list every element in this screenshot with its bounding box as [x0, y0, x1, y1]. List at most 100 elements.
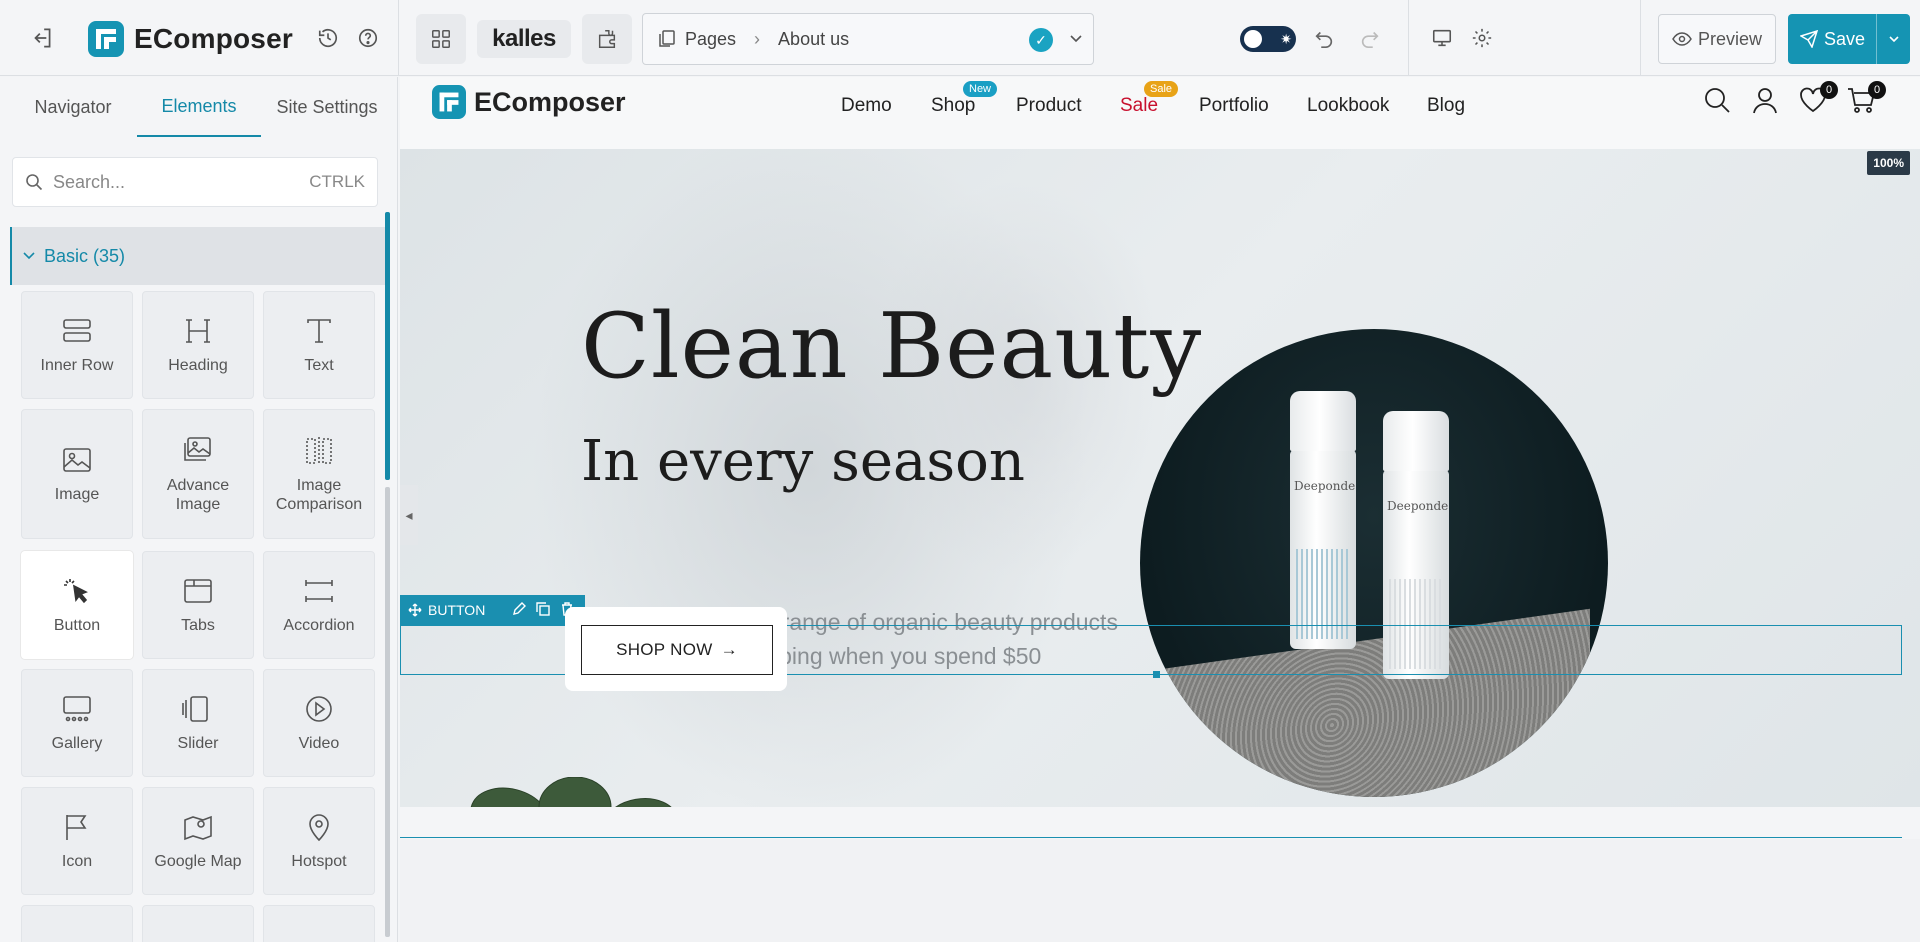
nav-shop[interactable]: Shop New [931, 81, 998, 117]
nav-product[interactable]: Product [1016, 95, 1081, 117]
element-tile-icon[interactable]: Icon [21, 787, 133, 895]
slider-icon [182, 696, 208, 723]
hero-title[interactable]: Clean Beauty [581, 294, 1202, 399]
theme-toggle[interactable]: ✷ [1240, 26, 1296, 52]
sidebar-scrollbar[interactable] [385, 212, 390, 480]
tab-elements[interactable]: Elements [137, 77, 261, 137]
extensions-icon[interactable] [582, 14, 632, 64]
element-tile-tabs[interactable]: Tabs [142, 551, 254, 659]
save-label: Save [1824, 28, 1866, 49]
theme-name[interactable]: kalles [477, 20, 571, 58]
next-section[interactable] [400, 839, 1920, 942]
tab-navigator[interactable]: Navigator [12, 77, 134, 137]
element-tile-heading[interactable]: Heading [142, 291, 254, 399]
exit-icon[interactable] [24, 20, 60, 56]
element-tile-partial[interactable] [263, 905, 375, 942]
history-icon[interactable] [310, 20, 346, 56]
element-label: Text [304, 357, 334, 375]
chevron-down-icon[interactable] [1069, 29, 1083, 50]
collapse-sidebar-icon[interactable]: ◂ [400, 485, 418, 545]
toggle-knob [1244, 30, 1262, 48]
element-tile-image[interactable]: Image [21, 409, 133, 539]
store-logo[interactable]: EComposer [432, 85, 626, 119]
app-brand: EComposer [88, 20, 293, 58]
new-badge: New [963, 81, 998, 97]
duplicate-icon[interactable] [536, 602, 550, 616]
help-icon[interactable] [350, 20, 386, 56]
element-tile-accordion[interactable]: Accordion [263, 551, 375, 659]
hero-subtitle[interactable]: In every season [581, 429, 1025, 494]
account-icon[interactable] [1750, 85, 1784, 119]
element-label: Accordion [283, 617, 355, 635]
element-search[interactable]: CTRLK [12, 157, 378, 207]
element-tile-advance-image[interactable]: Advance Image [142, 409, 254, 539]
shop-now-button[interactable]: SHOP NOW → [581, 625, 773, 675]
element-tile-inner-row[interactable]: Inner Row [21, 291, 133, 399]
element-tile-slider[interactable]: Slider [142, 669, 254, 777]
tabs-icon [184, 579, 212, 604]
nav-blog[interactable]: Blog [1427, 95, 1465, 117]
nav-lookbook[interactable]: Lookbook [1307, 95, 1389, 117]
desktop-view-icon[interactable] [1424, 20, 1460, 56]
search-icon[interactable] [1702, 85, 1736, 119]
published-check-icon: ✓ [1029, 28, 1053, 52]
tab-site-settings[interactable]: Site Settings [264, 77, 390, 137]
preview-label: Preview [1697, 28, 1763, 49]
ecomposer-logo-icon [88, 21, 124, 57]
element-tile-image-comparison[interactable]: Image Comparison [263, 409, 375, 539]
nav-sale[interactable]: Sale Sale [1120, 81, 1179, 117]
breadcrumb-page[interactable]: About us [778, 29, 849, 50]
video-icon [306, 696, 332, 723]
cart-icon[interactable]: 0 [1846, 81, 1886, 119]
apps-grid-icon[interactable] [416, 14, 466, 64]
hero-section[interactable]: Deeponde Deeponde Clean Beauty In every … [400, 149, 1920, 807]
breadcrumb-section[interactable]: Pages [685, 29, 736, 50]
button-cursor-icon [64, 579, 88, 604]
element-tile-partial[interactable] [142, 905, 254, 942]
undo-icon[interactable] [1306, 20, 1342, 56]
arrow-right-icon: → [720, 640, 738, 659]
element-tile-video[interactable]: Video [263, 669, 375, 777]
text-icon [307, 319, 331, 344]
zoom-level[interactable]: 100% [1867, 151, 1910, 175]
sidebar-tabs: Navigator Elements Site Settings [0, 77, 397, 137]
element-tile-hotspot[interactable]: Hotspot [263, 787, 375, 895]
save-button[interactable]: Save [1788, 14, 1910, 64]
sale-badge: Sale [1144, 81, 1179, 97]
chevron-down-icon [23, 252, 35, 260]
button-highlight: SHOP NOW → [565, 607, 787, 691]
divider [398, 0, 399, 76]
element-label: Advance Image [166, 476, 230, 513]
element-tile-partial[interactable] [21, 905, 133, 942]
divider [1408, 0, 1409, 76]
cart-count: 0 [1868, 81, 1886, 99]
element-label: Inner Row [40, 357, 114, 375]
move-icon[interactable] [408, 603, 422, 617]
page-selector[interactable]: Pages › About us ✓ [642, 13, 1094, 65]
wishlist-heart-icon[interactable]: 0 [1798, 81, 1838, 119]
element-toolbar[interactable]: BUTTON [400, 595, 585, 625]
nav-portfolio[interactable]: Portfolio [1199, 95, 1269, 117]
brand-name: EComposer [134, 23, 293, 54]
map-icon [184, 816, 212, 841]
preview-button[interactable]: Preview [1658, 14, 1776, 64]
element-tile-text[interactable]: Text [263, 291, 375, 399]
edit-pencil-icon[interactable] [512, 602, 526, 616]
element-tile-gallery[interactable]: Gallery [21, 669, 133, 777]
hero-product-image[interactable]: Deeponde Deeponde [1140, 329, 1608, 797]
advance-image-icon [184, 437, 211, 461]
search-input[interactable] [53, 171, 300, 193]
settings-gear-icon[interactable] [1464, 20, 1500, 56]
save-options-chevron-icon[interactable] [1876, 14, 1910, 64]
gallery-icon [63, 696, 91, 722]
element-label: Icon [61, 853, 93, 871]
element-tile-google-map[interactable]: Google Map [142, 787, 254, 895]
inner-row-icon [63, 319, 91, 343]
redo-icon[interactable] [1352, 20, 1388, 56]
element-label: Google Map [154, 853, 242, 871]
element-label: Video [298, 735, 340, 753]
element-tile-button[interactable]: Button [21, 551, 133, 659]
resize-handle[interactable] [1153, 671, 1160, 678]
category-header-basic[interactable]: Basic (35) [10, 227, 388, 285]
nav-demo[interactable]: Demo [841, 95, 892, 117]
